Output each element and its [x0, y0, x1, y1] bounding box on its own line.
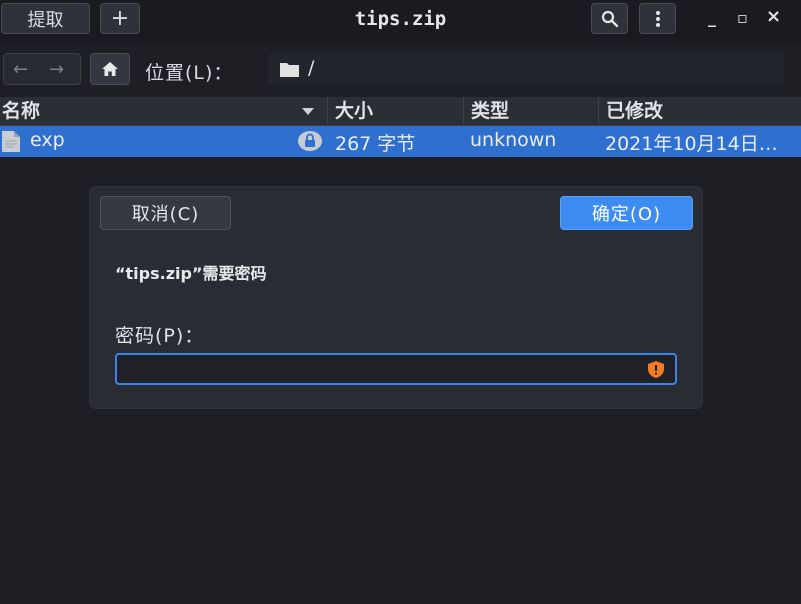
file-list-header: 名称 大小 类型 已修改: [0, 97, 801, 126]
column-type[interactable]: 类型: [465, 97, 599, 125]
location-label: 位置(L)：: [145, 62, 234, 84]
password-input[interactable]: [117, 355, 647, 385]
dialog-message: “tips.zip”需要密码: [115, 264, 267, 283]
column-type-label: 类型: [471, 100, 510, 122]
home-button[interactable]: [90, 53, 130, 85]
column-modified-label: 已修改: [606, 100, 664, 122]
lock-icon: [298, 131, 322, 151]
table-row[interactable]: exp 267 字节 unknown 2021年10月14日…: [0, 126, 801, 157]
column-name[interactable]: 名称: [0, 97, 328, 125]
file-modified: 2021年10月14日…: [605, 133, 778, 155]
window-title: tips.zip: [354, 8, 447, 30]
file-icon: [2, 131, 20, 152]
cancel-button-label: 取消(C): [131, 204, 200, 225]
search-button[interactable]: [591, 3, 628, 34]
column-size-label: 大小: [335, 100, 374, 122]
forward-icon[interactable]: →: [49, 59, 64, 80]
more-vertical-icon: [655, 10, 660, 27]
column-name-label: 名称: [2, 100, 41, 122]
home-icon: [102, 62, 118, 76]
password-field[interactable]: [115, 353, 677, 385]
password-dialog: 取消(C) 确定(O) “tips.zip”需要密码 密码(P)：: [90, 187, 702, 408]
folder-icon: [280, 63, 299, 77]
maximize-button[interactable]: ▫: [737, 8, 748, 27]
back-icon[interactable]: ←: [13, 59, 28, 80]
minimize-button[interactable]: _: [708, 8, 716, 27]
column-modified[interactable]: 已修改: [600, 97, 801, 125]
cancel-button[interactable]: 取消(C): [100, 196, 231, 230]
file-type: unknown: [470, 129, 557, 151]
header-bar: 提取 + tips.zip _ ▫ ×: [0, 0, 801, 44]
ok-button[interactable]: 确定(O): [560, 196, 693, 230]
history-nav: ← →: [3, 53, 81, 85]
menu-button[interactable]: [639, 3, 676, 34]
shield-warning-icon: [648, 361, 664, 378]
column-size[interactable]: 大小: [329, 97, 464, 125]
location-path: /: [308, 57, 315, 79]
file-size: 267 字节: [335, 133, 416, 155]
location-field[interactable]: /: [268, 53, 784, 85]
password-label: 密码(P)：: [115, 325, 205, 347]
close-button[interactable]: ×: [766, 6, 781, 27]
search-icon: [601, 10, 618, 27]
ok-button-label: 确定(O): [591, 204, 662, 225]
sort-down-icon: [302, 108, 314, 115]
file-name: exp: [30, 129, 65, 151]
